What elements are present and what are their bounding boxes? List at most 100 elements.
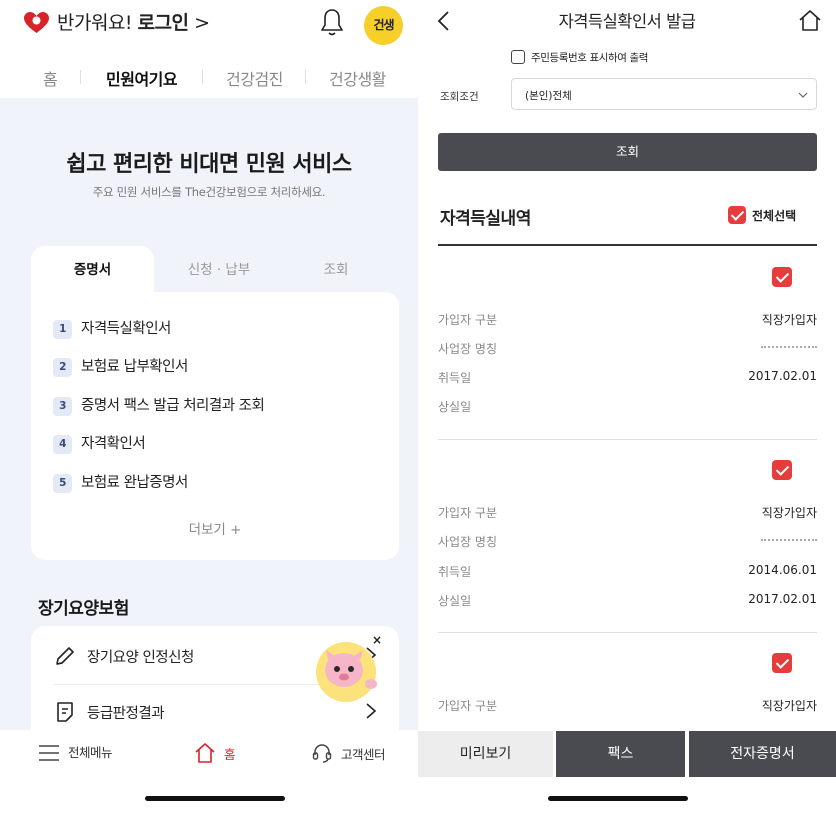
item-number: 5 (53, 474, 72, 493)
checkbox-icon[interactable] (511, 50, 525, 64)
more-button[interactable]: 더보기 + (31, 518, 399, 538)
right-screen: 자격득실확인서 발급 주민등록번호 표시하여 출력 조회조건 (본인)전체 조회… (418, 0, 836, 821)
row-value: 2017.02.01 (748, 369, 817, 383)
tab-divider (202, 70, 203, 84)
nav-customer-center[interactable]: 고객센터 (311, 742, 386, 764)
e-certificate-button[interactable]: 전자증명서 (689, 731, 836, 777)
tab-home[interactable]: 홈 (43, 66, 58, 90)
record-row: 가입자 구분 직장가입자 (438, 311, 817, 331)
chevron-right-icon: > (194, 12, 210, 34)
nav-all-menu[interactable]: 전체메뉴 (38, 742, 113, 764)
document-category-tabs: 증명서 신청 · 납부 조회 (31, 246, 399, 294)
row-key: 가입자 구분 (438, 313, 498, 327)
chevron-right-icon (366, 703, 377, 719)
bottom-navigation: 전체메뉴 홈 고객센터 (0, 730, 418, 776)
list-item[interactable]: 1 자격득실확인서 (53, 317, 171, 341)
certificate-card: 1 자격득실확인서 2 보험료 납부확인서 3 증명서 팩스 발급 처리결과 조회 4… (31, 292, 399, 560)
page-title: 자격득실확인서 발급 (558, 12, 696, 31)
heart-logo-icon (24, 12, 49, 33)
tab-divider (305, 70, 306, 84)
checkbox-checked-icon[interactable] (772, 460, 792, 480)
record-divider (438, 439, 817, 440)
tab-civil-service[interactable]: 민원여기요 (106, 66, 178, 101)
item-number: 2 (53, 358, 72, 377)
tab-certificates[interactable]: 증명서 (31, 246, 154, 294)
checkbox-checked-icon[interactable] (772, 653, 792, 673)
item-number: 1 (53, 320, 72, 339)
tab-divider (80, 70, 81, 84)
chevron-down-icon (798, 92, 808, 98)
mascot-character-icon[interactable] (311, 636, 381, 704)
profile-badge[interactable]: 건생 (364, 6, 403, 45)
row-key: 사업장 명칭 (438, 535, 498, 549)
ltc-item-label: 등급판정결과 (87, 706, 165, 722)
tab-inquiry[interactable]: 조회 (281, 246, 391, 294)
login-link[interactable]: 반가워요! 로그인 > (57, 8, 210, 35)
row-key: 가입자 구분 (438, 506, 498, 520)
tab-health-checkup[interactable]: 건강검진 (226, 66, 283, 90)
hero-title: 쉽고 편리한 비대면 민원 서비스 (66, 152, 352, 177)
ltc-section-title: 장기요양보험 (38, 599, 129, 619)
record-divider (438, 632, 817, 633)
item-label: 보험료 완납증명서 (81, 475, 188, 491)
condition-select[interactable]: (본인)전체 (511, 78, 817, 110)
row-key: 취득일 (438, 565, 472, 579)
nav-home[interactable]: 홈 (194, 742, 236, 764)
tab-apply-pay[interactable]: 신청 · 납부 (163, 246, 275, 294)
row-key: 상실일 (438, 594, 472, 608)
show-resident-number-option[interactable]: 주민등록번호 표시하여 출력 (511, 50, 648, 65)
record-row: 가입자 구분 직장가입자 (438, 504, 817, 524)
ltc-item-label: 장기요양 인정신청 (87, 650, 194, 666)
item-label: 자격확인서 (81, 436, 146, 452)
headset-icon (312, 744, 332, 763)
section-title: 자격득실내역 (440, 209, 531, 229)
left-screen: 반가워요! 로그인 > 건생 홈 민원여기요 건강검진 건강생활 쉽고 편리한 … (0, 0, 418, 821)
record-checkbox[interactable] (772, 267, 792, 287)
list-item[interactable]: 5 보험료 완납증명서 (53, 471, 188, 495)
tab-health-life[interactable]: 건강생활 (329, 66, 386, 90)
nav-label: 고객센터 (341, 747, 386, 762)
record-row: 상실일 (438, 398, 817, 418)
select-all-toggle[interactable]: 전체선택 (728, 206, 796, 224)
bell-icon[interactable] (318, 6, 346, 38)
row-value: 직장가입자 (761, 313, 817, 327)
row-key: 가입자 구분 (438, 699, 498, 713)
row-value: 2014.06.01 (748, 563, 817, 577)
home-indicator (548, 796, 688, 801)
hero-subtitle: 주요 민원 서비스를 The건강보험으로 처리하세요. (92, 185, 326, 199)
item-label: 보험료 납부확인서 (81, 359, 188, 375)
login-label: 로그인 (137, 12, 189, 34)
section-divider (438, 244, 817, 246)
mascot-close-button[interactable]: × (372, 633, 382, 647)
hamburger-menu-icon (39, 745, 59, 761)
row-value: 직장가입자 (761, 506, 817, 520)
pencil-icon (56, 647, 74, 665)
record-row: 사업장 명칭 (438, 340, 817, 360)
checkbox-checked-icon[interactable] (772, 267, 792, 287)
record-checkbox[interactable] (772, 460, 792, 480)
nav-label: 전체메뉴 (68, 745, 113, 760)
row-value: 2017.02.01 (748, 592, 817, 606)
row-value-redacted (761, 340, 817, 354)
list-item[interactable]: 4 자격확인서 (53, 432, 146, 456)
preview-button[interactable]: 미리보기 (418, 731, 553, 777)
home-icon[interactable] (798, 8, 822, 34)
page-header: 자격득실확인서 발급 (418, 0, 836, 44)
list-item[interactable]: 3 증명서 팩스 발급 처리결과 조회 (53, 394, 265, 418)
checkbox-checked-icon[interactable] (728, 206, 746, 224)
record-checkbox[interactable] (772, 653, 792, 673)
fax-button[interactable]: 팩스 (556, 731, 685, 777)
action-bar: 미리보기 팩스 전자증명서 (418, 731, 836, 777)
condition-value: (본인)전체 (525, 90, 572, 102)
option-label: 주민등록번호 표시하여 출력 (531, 52, 648, 64)
list-item[interactable]: 2 보험료 납부확인서 (53, 355, 188, 379)
row-value-redacted (761, 533, 817, 547)
row-value: 직장가입자 (761, 699, 817, 713)
row-key: 취득일 (438, 371, 472, 385)
record-row: 취득일 2017.02.01 (438, 369, 817, 389)
top-bar: 반가워요! 로그인 > 건생 (0, 0, 418, 50)
select-all-label: 전체선택 (752, 209, 797, 223)
item-number: 3 (53, 397, 72, 416)
record-row: 취득일 2014.06.01 (438, 563, 817, 583)
search-button[interactable]: 조회 (438, 133, 817, 171)
